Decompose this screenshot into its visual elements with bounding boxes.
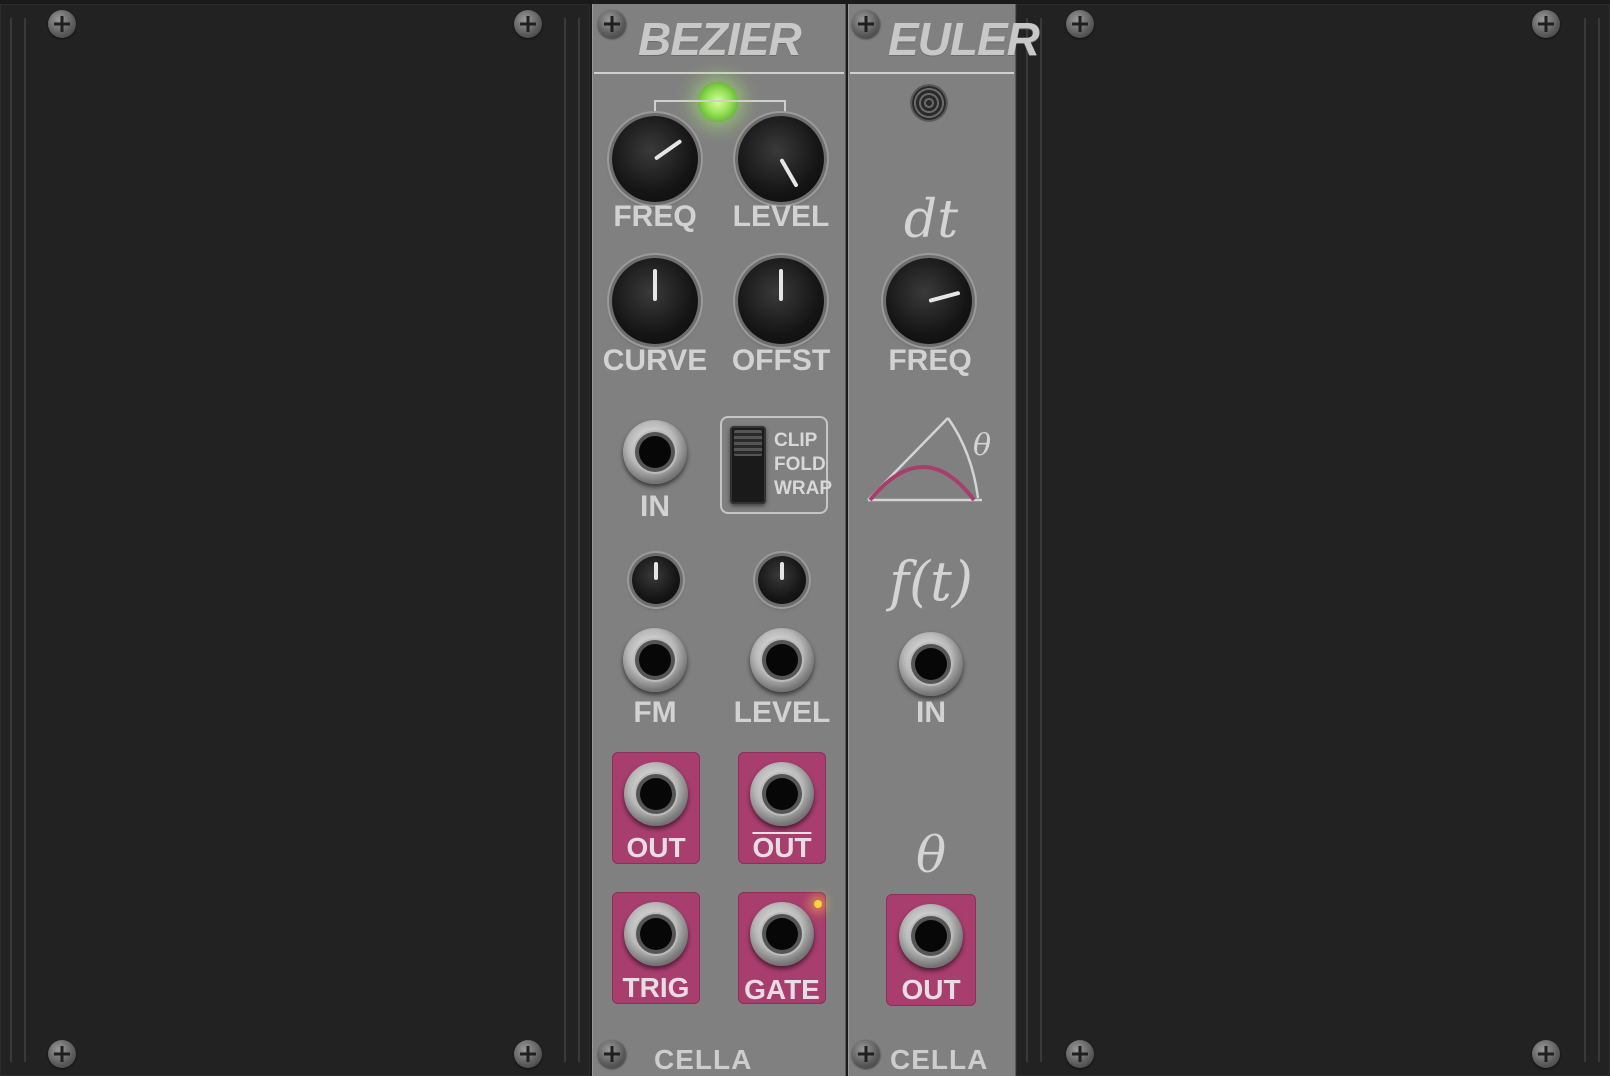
rail xyxy=(578,18,580,1062)
activity-led xyxy=(912,86,946,120)
switch-handle xyxy=(734,430,762,456)
screw-icon xyxy=(598,10,626,38)
euler-freq-knob[interactable] xyxy=(886,258,972,344)
screw-icon xyxy=(514,10,542,38)
module-title: EULER xyxy=(888,13,1040,65)
screw-icon xyxy=(48,10,76,38)
in-label: IN xyxy=(640,490,670,523)
inverted-out-jack[interactable] xyxy=(750,762,814,826)
screw-icon xyxy=(1532,10,1560,38)
curve-knob[interactable] xyxy=(612,258,698,344)
level-cv-jack[interactable] xyxy=(750,628,814,692)
level-attenuator-knob[interactable] xyxy=(758,556,806,604)
level-knob[interactable] xyxy=(738,116,824,202)
fm-label: FM xyxy=(633,696,677,729)
screw-icon xyxy=(514,1040,542,1068)
dt-symbol: dt xyxy=(903,190,959,250)
rail xyxy=(564,18,566,1062)
out-label: OUT xyxy=(626,832,686,863)
screw-icon xyxy=(1066,10,1094,38)
inverted-out-label: OUT xyxy=(752,832,812,863)
euler-freq-label: FREQ xyxy=(888,344,972,377)
rail xyxy=(1040,18,1042,1062)
screw-icon xyxy=(852,10,880,38)
euler-out-label: OUT xyxy=(901,974,961,1005)
switch-option-wrap: WRAP xyxy=(774,478,833,499)
offset-knob[interactable] xyxy=(738,258,824,344)
rail xyxy=(10,18,12,1062)
ft-symbol: f(t) xyxy=(889,550,973,613)
level-label: LEVEL xyxy=(732,200,830,233)
gate-led xyxy=(814,900,822,908)
screw-icon xyxy=(598,1040,626,1068)
mode-switch[interactable] xyxy=(730,426,766,504)
brand-logo: CELLA xyxy=(890,1044,989,1075)
gate-jack[interactable] xyxy=(750,902,814,966)
gate-label: GATE xyxy=(744,974,820,1005)
screw-icon xyxy=(1066,1040,1094,1068)
level-cv-label: LEVEL xyxy=(733,696,831,729)
fm-attenuator-knob[interactable] xyxy=(632,556,680,604)
blank-panel-left xyxy=(0,4,590,1076)
rail xyxy=(1598,18,1600,1062)
fm-jack[interactable] xyxy=(623,628,687,692)
in-jack[interactable] xyxy=(623,420,687,484)
divider xyxy=(850,72,1014,74)
screw-icon xyxy=(48,1040,76,1068)
trig-label: TRIG xyxy=(622,972,690,1003)
rail xyxy=(1026,18,1028,1062)
offset-label: OFFST xyxy=(731,344,831,377)
screw-icon xyxy=(852,1040,880,1068)
rail xyxy=(24,18,26,1062)
out-jack[interactable] xyxy=(624,762,688,826)
theta-graph-label: θ xyxy=(972,428,992,463)
blank-panel-right xyxy=(1016,4,1610,1076)
rail xyxy=(1584,18,1586,1062)
mode-switch-frame: CLIP FOLD WRAP xyxy=(720,416,832,514)
brand-logo: CELLA xyxy=(654,1044,753,1075)
trig-jack[interactable] xyxy=(624,902,688,966)
divider xyxy=(594,72,844,74)
freq-label: FREQ xyxy=(613,200,697,233)
euler-in-label: IN xyxy=(916,696,946,729)
screw-icon xyxy=(1532,1040,1560,1068)
euler-out-jack[interactable] xyxy=(899,904,963,968)
curve-label: CURVE xyxy=(602,344,708,377)
freq-knob[interactable] xyxy=(612,116,698,202)
theta-symbol: θ xyxy=(915,826,947,884)
switch-option-clip: CLIP xyxy=(774,430,818,451)
bezier-module: BEZIER FREQ LEVEL CURVE OFFST IN CLIP FO… xyxy=(592,4,846,1076)
euler-in-jack[interactable] xyxy=(899,632,963,696)
switch-option-fold: FOLD xyxy=(774,454,826,475)
led-connector xyxy=(654,100,786,116)
euler-module: EULER dt FREQ θ f(t) IN θ OUT CELLA xyxy=(848,4,1040,1076)
module-title: BEZIER xyxy=(638,13,802,65)
